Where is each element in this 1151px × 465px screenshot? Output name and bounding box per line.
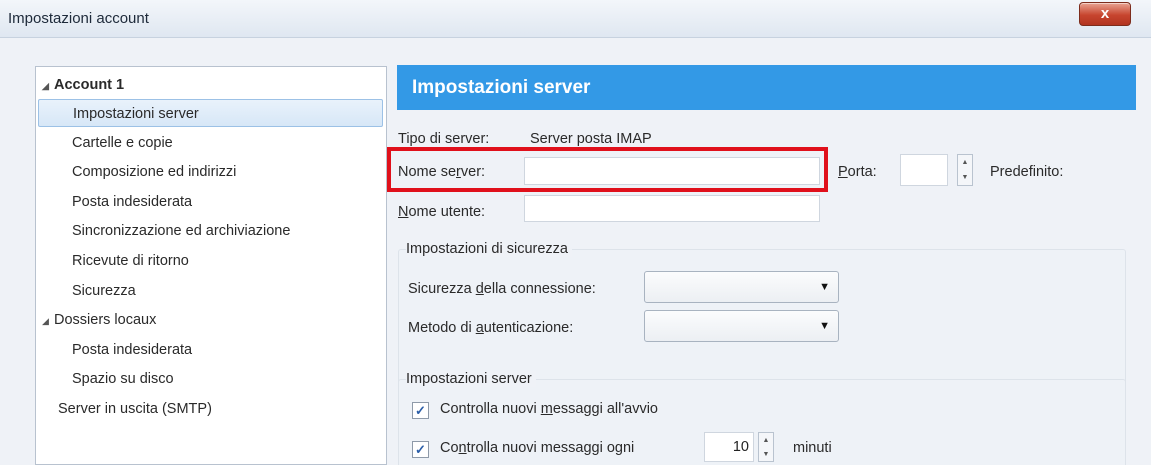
tree-item-composition[interactable]: Composizione ed indirizzi bbox=[72, 158, 236, 186]
connection-security-select[interactable]: ▼ bbox=[644, 271, 839, 303]
title-bar: Impostazioni account x bbox=[0, 0, 1151, 38]
spin-up-icon[interactable]: ▲ bbox=[958, 155, 972, 170]
security-group-title: Impostazioni di sicurezza bbox=[406, 241, 572, 257]
highlight-box bbox=[387, 147, 828, 192]
interval-check-label[interactable]: Controlla nuovi messaggi ogni bbox=[440, 440, 634, 456]
panel-header: Impostazioni server bbox=[397, 65, 1136, 110]
port-label: Porta: bbox=[838, 164, 877, 180]
auth-method-label: Metodo di autenticazione: bbox=[408, 320, 574, 336]
tree-item-folders[interactable]: Cartelle e copie bbox=[72, 129, 173, 157]
expand-triangle-icon[interactable]: ◢ bbox=[42, 307, 54, 335]
server-type-value: Server posta IMAP bbox=[530, 131, 652, 147]
spin-up-icon[interactable]: ▲ bbox=[759, 433, 773, 447]
interval-input[interactable]: 10 bbox=[704, 432, 754, 462]
user-name-input[interactable] bbox=[524, 195, 820, 222]
port-input[interactable] bbox=[900, 154, 948, 186]
spin-down-icon[interactable]: ▼ bbox=[958, 170, 972, 185]
tree-item-junk[interactable]: Posta indesiderata bbox=[72, 188, 192, 216]
startup-check-label[interactable]: Controlla nuovi messaggi all'avvio bbox=[440, 401, 658, 417]
tree-item-server-settings[interactable]: Impostazioni server bbox=[38, 99, 383, 127]
port-spinner[interactable]: ▲ ▼ bbox=[957, 154, 973, 186]
window-title: Impostazioni account bbox=[8, 10, 149, 27]
interval-spinner[interactable]: ▲ ▼ bbox=[758, 432, 774, 462]
spin-down-icon[interactable]: ▼ bbox=[759, 447, 773, 461]
close-button[interactable]: x bbox=[1079, 2, 1131, 26]
interval-check-checkbox[interactable]: ✓ bbox=[412, 441, 429, 458]
dropdown-arrow-icon: ▼ bbox=[819, 281, 830, 293]
tree-item-smtp[interactable]: Server in uscita (SMTP) bbox=[58, 395, 212, 423]
checkmark-icon: ✓ bbox=[415, 403, 426, 418]
auth-method-select[interactable]: ▼ bbox=[644, 310, 839, 342]
dropdown-arrow-icon: ▼ bbox=[819, 320, 830, 332]
tree-item-local-folders[interactable]: ◢ Dossiers locaux bbox=[42, 306, 156, 334]
tree-item-account[interactable]: ◢ Account 1 bbox=[42, 71, 124, 99]
tree-item-sync[interactable]: Sincronizzazione ed archiviazione bbox=[72, 217, 290, 245]
default-label: Predefinito: bbox=[990, 164, 1064, 180]
connection-security-label: Sicurezza della connessione: bbox=[408, 281, 596, 297]
server-type-label: Tipo di server: bbox=[398, 131, 490, 147]
expand-triangle-icon[interactable]: ◢ bbox=[42, 72, 54, 100]
checkmark-icon: ✓ bbox=[415, 442, 426, 457]
server-settings-group-title: Impostazioni server bbox=[406, 371, 536, 387]
startup-check-checkbox[interactable]: ✓ bbox=[412, 402, 429, 419]
account-tree[interactable]: ◢ Account 1 Impostazioni server Cartelle … bbox=[35, 66, 387, 465]
user-name-label: Nome utente: bbox=[398, 204, 486, 220]
tree-item-security[interactable]: Sicurezza bbox=[72, 277, 136, 305]
tree-item-receipts[interactable]: Ricevute di ritorno bbox=[72, 247, 189, 275]
tree-item-local-junk[interactable]: Posta indesiderata bbox=[72, 336, 192, 364]
tree-item-disk-space[interactable]: Spazio su disco bbox=[72, 365, 174, 393]
window-body: ◢ Account 1 Impostazioni server Cartelle … bbox=[0, 38, 1151, 465]
close-icon: x bbox=[1100, 5, 1110, 22]
interval-unit-label: minuti bbox=[793, 440, 832, 456]
